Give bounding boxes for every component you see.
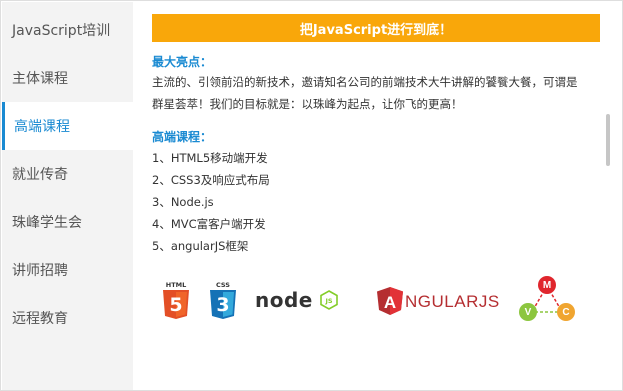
course-item: 3、Node.js: [152, 195, 214, 209]
course-item: 4、MVC富客户端开发: [152, 217, 266, 231]
sidebar-item-remote-education[interactable]: 远程教育: [2, 294, 133, 342]
course-item: 1、HTML5移动端开发: [152, 151, 268, 165]
mvc-c-badge: C: [557, 303, 575, 321]
banner-title: 把JavaScript进行到底！: [152, 14, 600, 42]
sidebar-item-lecturer-recruitment[interactable]: 讲师招聘: [2, 246, 133, 294]
scrollbar-thumb[interactable]: [606, 114, 610, 166]
course-item: 2、CSS3及响应式布局: [152, 173, 270, 187]
html5-logo-digit: 5: [169, 294, 182, 316]
sidebar-item-javascript-training[interactable]: JavaScript培训: [2, 6, 133, 54]
sidebar-item-student-union[interactable]: 珠峰学生会: [2, 198, 133, 246]
nodejs-badge-text: JS: [324, 297, 332, 305]
nodejs-logo-text: node: [255, 288, 313, 312]
css3-logo-digit: 3: [216, 294, 229, 316]
content-panel: 把JavaScript进行到底！ 最大亮点： 主流的、引领前沿的新技术，邀请知名…: [133, 2, 622, 390]
course-item: 5、angularJS框架: [152, 239, 249, 253]
sidebar: JavaScript培训 主体课程 高端课程 就业传奇 珠峰学生会 讲师招聘 远…: [2, 2, 133, 390]
sidebar-item-employment-stories[interactable]: 就业传奇: [2, 150, 133, 198]
css3-logo-icon: CSS 3: [208, 280, 238, 320]
mvc-logo-icon: M V C: [515, 272, 579, 326]
angularjs-logo-icon: A NGULARJS: [376, 286, 499, 316]
highlights-line-1: 主流的、引领前沿的新技术，邀请知名公司的前端技术大牛讲解的饕餮大餐，可谓是: [152, 75, 578, 89]
highlights-line-2: 群星荟萃！我们的目标就是：以珠峰为起点，让你飞的更高！: [152, 97, 463, 111]
mvc-m-badge: M: [538, 276, 556, 294]
angularjs-logo-mark: A: [384, 293, 396, 312]
html5-logo-word: HTML: [166, 281, 186, 289]
courses-title: 高端课程：: [152, 130, 213, 144]
sidebar-item-advanced-courses[interactable]: 高端课程: [2, 102, 133, 150]
highlights-title: 最大亮点：: [152, 55, 213, 69]
sidebar-item-main-courses[interactable]: 主体课程: [2, 54, 133, 102]
angularjs-logo-text: NGULARJS: [405, 292, 500, 311]
mvc-v-badge: V: [519, 303, 537, 321]
html5-logo-icon: HTML 5: [161, 280, 191, 320]
page-frame: JavaScript培训 主体课程 高端课程 就业传奇 珠峰学生会 讲师招聘 远…: [0, 0, 623, 391]
css3-logo-word: CSS: [216, 281, 230, 289]
nodejs-logo-icon: node JS: [255, 288, 343, 312]
